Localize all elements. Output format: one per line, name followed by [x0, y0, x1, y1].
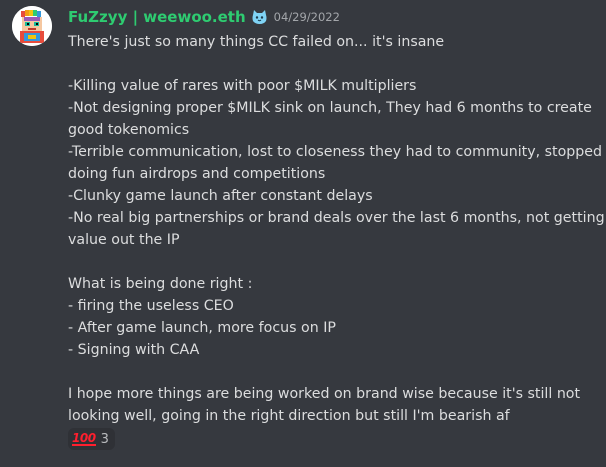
message-line	[68, 53, 598, 75]
message-line: good tokenomics	[68, 122, 190, 138]
message-line: value out the IP	[68, 232, 180, 248]
reaction-button[interactable]: 100 3	[68, 428, 115, 450]
message-line: -Clunky game launch after constant delay…	[68, 188, 373, 204]
message-header: FuZzyy | weewoo.eth 04/29/2022	[68, 7, 340, 27]
chat-message: FuZzyy | weewoo.eth 04/29/2022 There's j…	[0, 0, 606, 467]
username[interactable]: FuZzyy | weewoo.eth	[68, 7, 246, 27]
reaction-count: 3	[100, 431, 109, 447]
message-line	[68, 251, 598, 273]
message-line: looking well, going in the right directi…	[68, 408, 510, 424]
message-line	[68, 361, 598, 383]
message-line: -Not designing proper $MILK sink on laun…	[68, 100, 592, 116]
message-content: There's just so many things CC failed on…	[68, 31, 606, 427]
message-line: - Signing with CAA	[68, 342, 200, 358]
message-line: doing fun airdrops and competitions	[68, 166, 326, 182]
timestamp: 04/29/2022	[273, 10, 340, 24]
cat-badge-icon	[251, 9, 268, 26]
hundred-points-icon: 100	[72, 431, 96, 446]
message-line: I hope more things are being worked on b…	[68, 386, 581, 402]
message-line: - After game launch, more focus on IP	[68, 320, 336, 336]
message-line: There's just so many things CC failed on…	[68, 34, 445, 50]
message-line: -Terrible communication, lost to closene…	[68, 144, 603, 160]
message-line: - firing the useless CEO	[68, 298, 234, 314]
avatar[interactable]	[12, 6, 52, 46]
message-line: -No real big partnerships or brand deals…	[68, 210, 606, 226]
message-line: -Killing value of rares with poor $MILK …	[68, 78, 417, 94]
message-line: What is being done right :	[68, 276, 253, 292]
